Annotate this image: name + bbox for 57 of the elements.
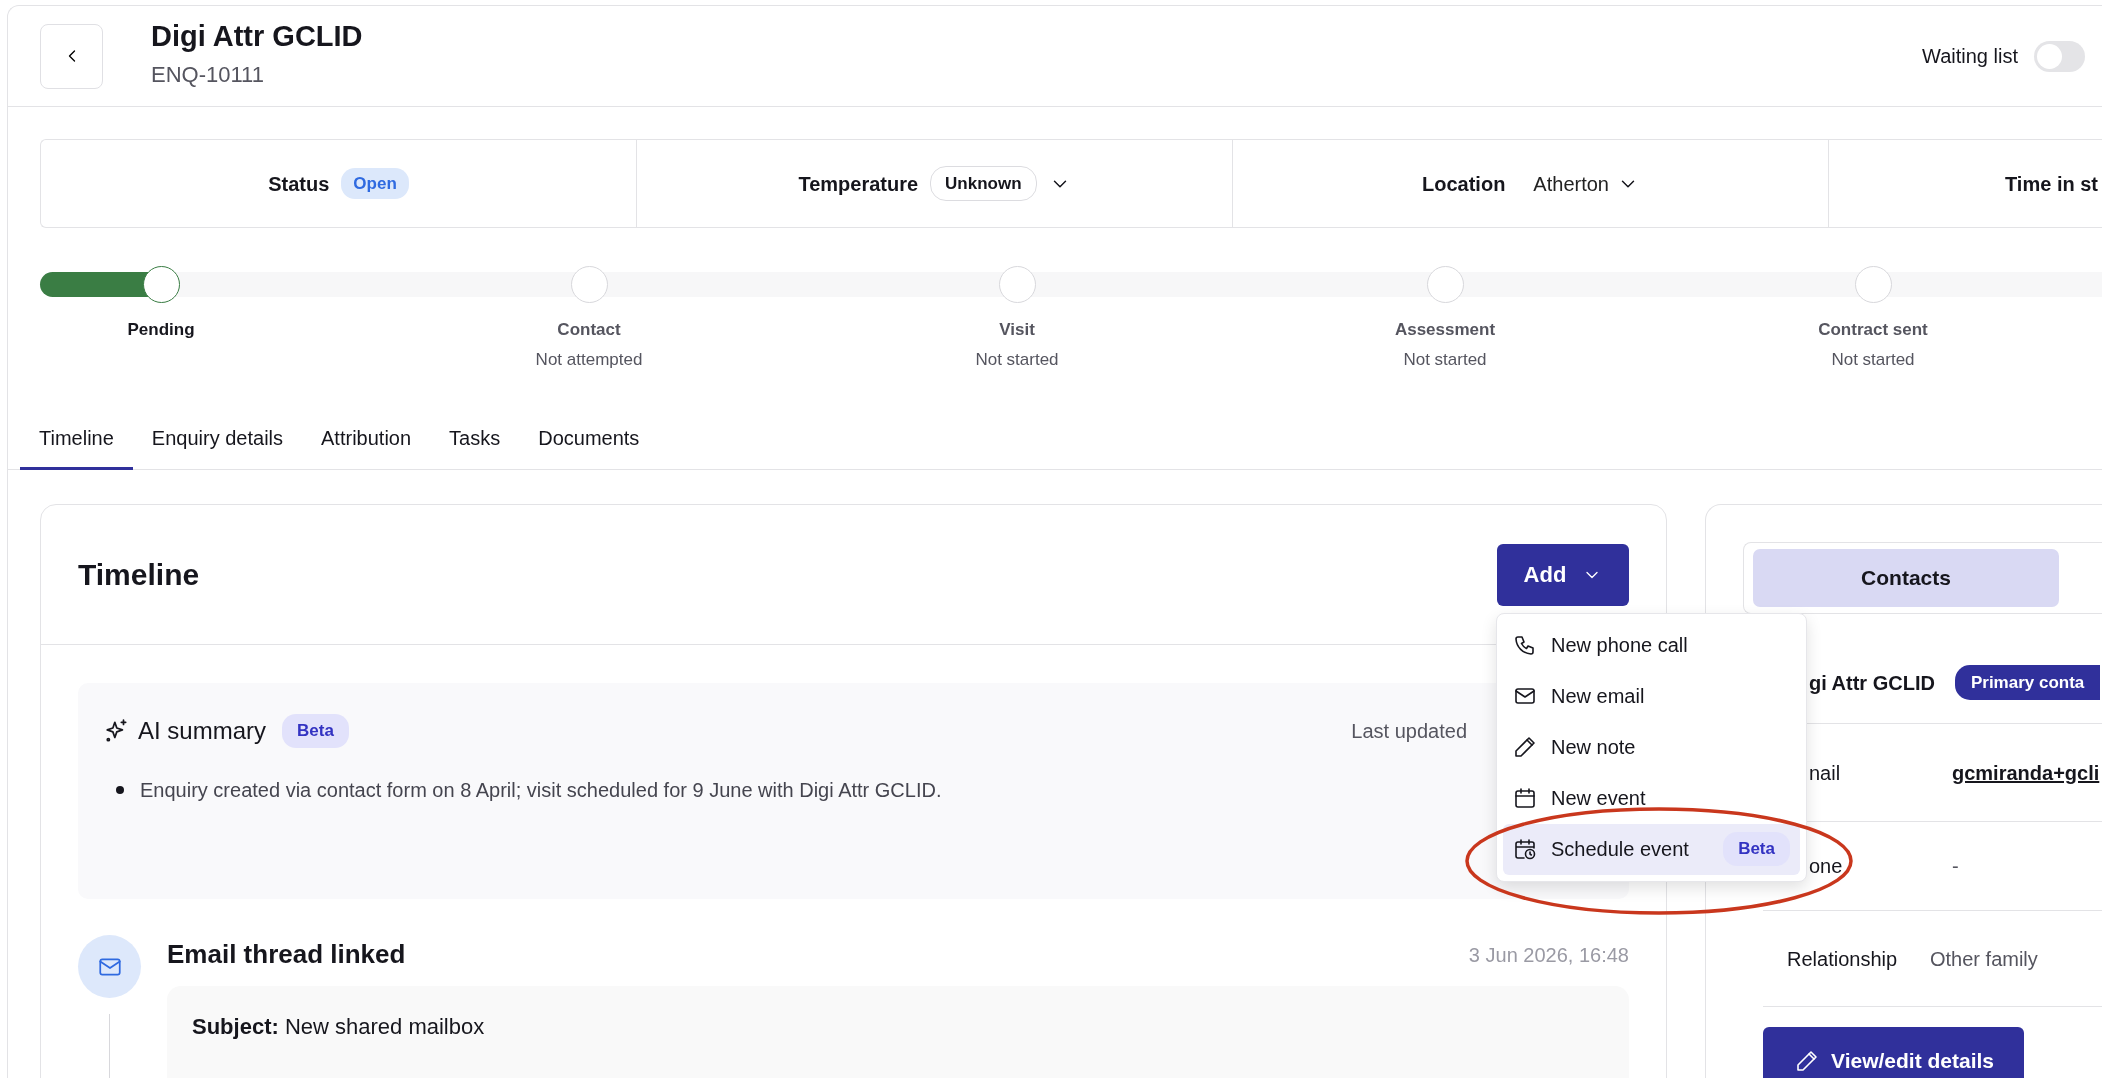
primary-contact-badge: Primary conta xyxy=(1954,664,2101,701)
waiting-list-toggle[interactable] xyxy=(2034,40,2085,72)
email-link[interactable]: gcmiranda+gcli xyxy=(1952,757,2100,788)
calendar-clock-icon xyxy=(1513,837,1537,861)
field-label: Temperature xyxy=(798,171,919,197)
field-value: Other family xyxy=(1930,946,2038,972)
stage-status: Not started xyxy=(974,348,1060,371)
tab[interactable]: Documents xyxy=(519,411,659,470)
section-title: Timeline xyxy=(78,557,200,593)
tab[interactable]: Attribution xyxy=(302,411,431,470)
stage-status: Not started xyxy=(1402,348,1488,371)
contacts-tab[interactable]: Contacts xyxy=(1753,549,2059,607)
summary-bullet: Enquiry created via contact form on 8 April; visit scheduled for 9 June with Digi Attr GCLID. xyxy=(140,778,942,803)
field-label: Location xyxy=(1422,171,1506,197)
waiting-list-label: Waiting list xyxy=(1922,44,2018,69)
stage-name: Contract sent xyxy=(1817,319,1929,341)
field-label: nail xyxy=(1809,760,1842,786)
tab[interactable]: Enquiry details xyxy=(132,411,303,470)
edit-details-button[interactable]: View/edit details xyxy=(1763,1027,2024,1078)
field-label: Status xyxy=(268,171,330,197)
menu-item[interactable]: New note xyxy=(1503,721,1800,773)
temperature-select[interactable]: Unknown xyxy=(930,165,1037,202)
pencil-icon xyxy=(1513,735,1537,759)
field-label: Relationship xyxy=(1787,946,1899,972)
enquiry-reference: ENQ-10111 xyxy=(151,61,265,90)
stage-name: Assessment xyxy=(1393,319,1497,341)
menu-item[interactable]: New email xyxy=(1503,670,1800,722)
location-select[interactable]: Atherton xyxy=(1533,168,1609,199)
field-label: Time in st xyxy=(2005,171,2098,197)
beta-badge: Beta xyxy=(282,714,349,748)
status-badge: Open xyxy=(341,167,409,200)
back-button[interactable] xyxy=(40,23,103,89)
tab[interactable]: Timeline xyxy=(20,411,133,470)
last-updated-text: Last updated xyxy=(1351,719,1467,744)
event-time: 3 Jun 2026, 16:48 xyxy=(1468,942,1629,968)
enquiry-title: Digi Attr GCLID xyxy=(151,20,363,53)
field-value: - xyxy=(1952,854,1959,879)
menu-item[interactable]: Schedule event Beta xyxy=(1503,823,1800,875)
menu-item[interactable]: New event xyxy=(1503,772,1800,824)
ai-summary-title: AI summary xyxy=(138,716,266,746)
pencil-icon xyxy=(1795,1049,1819,1073)
stage-status: Not attempted xyxy=(534,348,644,371)
event-title: Email thread linked xyxy=(167,938,406,971)
email-subject: Subject: New shared mailbox xyxy=(192,1013,486,1041)
bullet-dot xyxy=(116,786,124,794)
contact-name: gi Attr GCLID xyxy=(1809,670,1935,696)
field-label: one xyxy=(1809,854,1844,879)
menu-item[interactable]: New phone call xyxy=(1503,619,1800,671)
calendar-icon xyxy=(1513,786,1537,810)
phone-icon xyxy=(1513,633,1537,657)
stage-name: Visit xyxy=(998,319,1036,341)
beta-badge: Beta xyxy=(1723,832,1790,866)
tab[interactable]: Tasks xyxy=(430,411,520,470)
add-button[interactable]: Add xyxy=(1497,543,1629,606)
stage-name: Pending xyxy=(126,319,196,341)
stage-name: Contact xyxy=(556,319,622,341)
stage-status: Not started xyxy=(1830,348,1916,371)
